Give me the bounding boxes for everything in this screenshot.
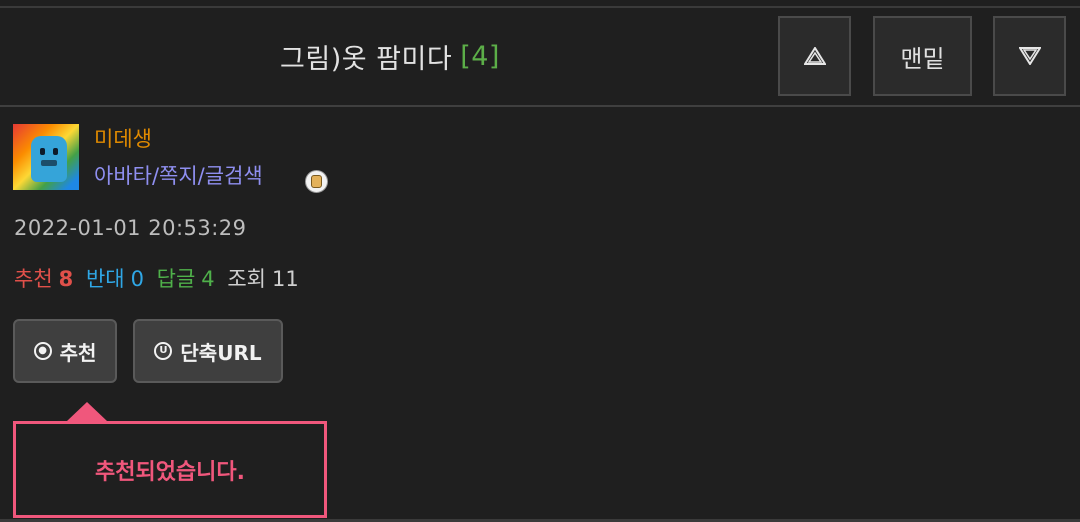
view-count: 11 (272, 267, 299, 291)
triangle-down-icon (1018, 47, 1041, 65)
url-circle-icon: U (154, 342, 173, 360)
oppose-label: 반대 (85, 267, 125, 291)
view-label: 조회 (227, 267, 266, 291)
recommend-button-label: 추천 (59, 340, 97, 365)
post-datetime: 2022-01-01 20:53:29 (14, 216, 247, 240)
scroll-bottom-button[interactable]: 맨밑 (873, 16, 972, 96)
recommend-circle-icon: ● (33, 342, 52, 360)
short-url-button-label: 단축URL (180, 340, 262, 365)
recommend-count: 8 (58, 267, 74, 291)
comment-count[interactable]: [4] (460, 41, 500, 72)
reply-count: 4 (201, 267, 215, 291)
post-header: 그림)옷 팜미다 [4] 맨밑 (0, 8, 1080, 107)
tooltip-arrow (67, 402, 107, 421)
reply-label: 답글 (156, 267, 196, 291)
triangle-up-icon (803, 47, 826, 65)
author-links[interactable]: 아바타/쪽지/글검색 (94, 160, 263, 190)
author-name[interactable]: 미데생 (94, 123, 152, 153)
post-stats: 추천 8 반대 0 답글 4 조회 11 (14, 263, 305, 293)
scroll-up-button[interactable] (778, 16, 851, 96)
scroll-down-button[interactable] (993, 16, 1066, 96)
recommend-tooltip: 추천되었습니다. (13, 421, 327, 518)
avatar-character (31, 136, 67, 182)
recommend-button[interactable]: ● 추천 (13, 319, 117, 383)
recommend-label: 추천 (14, 267, 53, 291)
post-title: 그림)옷 팜미다 [4] (0, 8, 780, 105)
level-badge-icon (305, 170, 328, 193)
tooltip-message: 추천되었습니다. (94, 459, 246, 485)
oppose-count: 0 (130, 267, 144, 291)
post-title-text: 그림)옷 팜미다 (280, 44, 453, 75)
short-url-button[interactable]: U 단축URL (133, 319, 283, 383)
avatar[interactable] (13, 124, 79, 190)
